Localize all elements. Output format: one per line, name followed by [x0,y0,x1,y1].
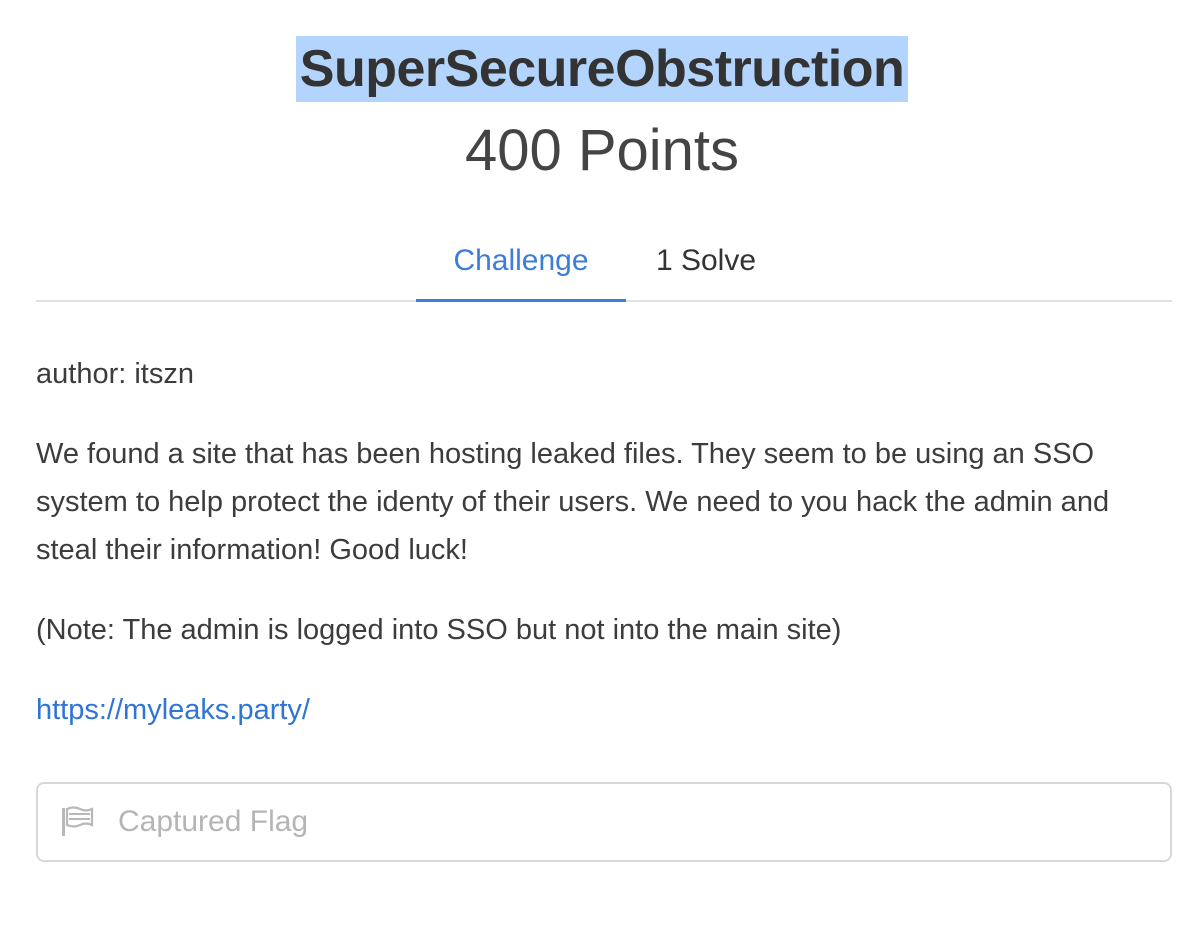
flag-input[interactable] [118,784,1148,860]
challenge-body: We found a site that has been hosting le… [36,438,1110,566]
challenge-link[interactable]: https://myleaks.party/ [36,694,310,726]
challenge-points: 400 Points [464,118,740,183]
challenge-header: SuperSecureObstruction [0,36,1204,102]
challenge-author: author: itszn [36,358,194,390]
challenge-description: author: itszn We found a site that has b… [36,350,1172,734]
tab-challenge[interactable]: Challenge [416,222,626,302]
flag-icon [60,806,96,838]
challenge-tabs: Challenge 1 Solve [36,222,1172,302]
tab-solves[interactable]: 1 Solve [641,222,771,300]
challenge-link-row: https://myleaks.party/ [36,686,1172,734]
title-selection-highlight: SuperSecureObstruction [295,36,909,102]
challenge-note: (Note: The admin is logged into SSO but … [36,614,842,646]
challenge-title: SuperSecureObstruction [299,40,905,98]
flag-input-group [36,782,1172,862]
